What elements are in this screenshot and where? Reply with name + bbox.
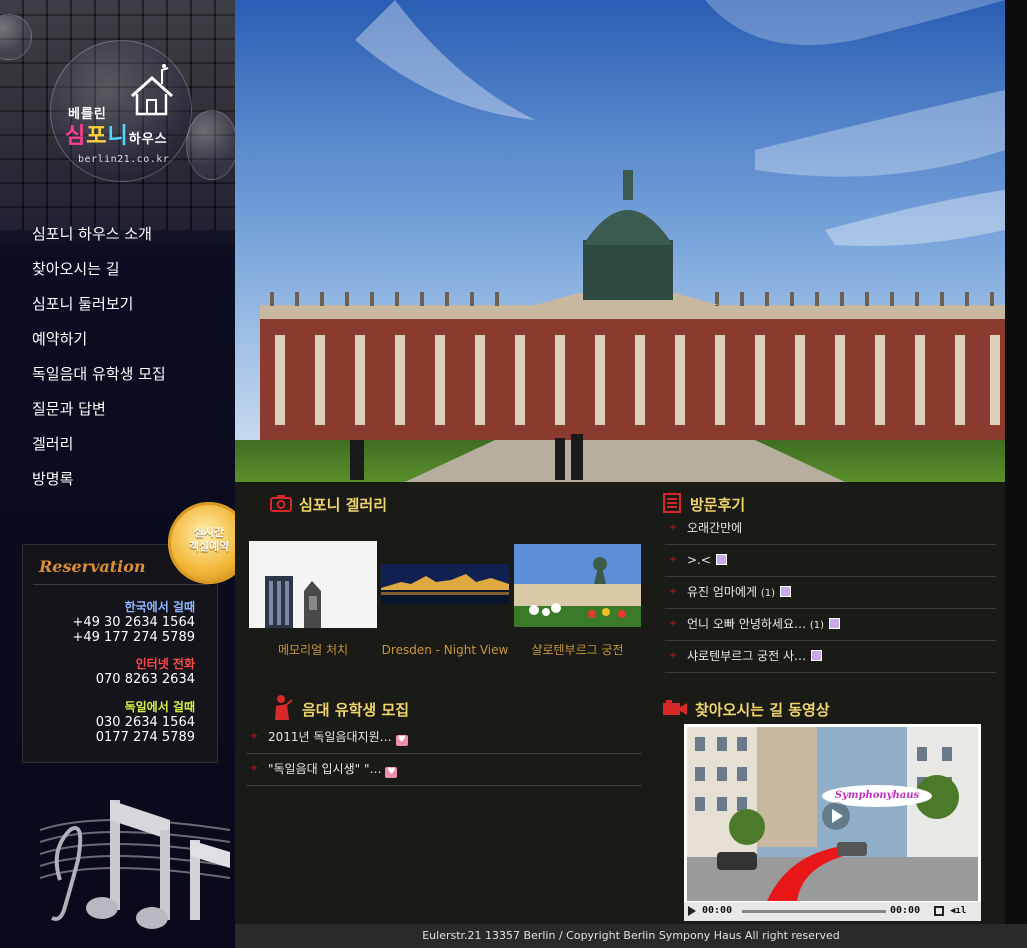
korea-phone-block: 한국에서 걸때 +49 30 2634 1564 +49 177 274 578… (72, 600, 195, 645)
divider (33, 584, 209, 585)
bullet-icon: + (250, 763, 259, 774)
video-player[interactable]: Symphonyhaus 00:00 00:00 ◀ıl (684, 724, 981, 921)
list-item[interactable]: + 샤로텐부르그 궁전 사… (665, 641, 996, 673)
nav-item-reservation[interactable]: 예약하기 (32, 329, 166, 364)
hero-image (235, 0, 1005, 482)
camera-icon (270, 495, 292, 512)
nav-item-guestbook[interactable]: 방명록 (32, 469, 166, 504)
video-frame[interactable]: Symphonyhaus (687, 727, 978, 901)
nav-item-recruit[interactable]: 독일음대 유학생 모집 (32, 364, 166, 399)
recruit-title[interactable]: 음대 유학생 모집 (302, 699, 409, 720)
footer-text: Eulerstr.21 13357 Berlin / Copyright Ber… (422, 929, 840, 942)
logo-char: 니 (107, 124, 129, 149)
list-item-text: 언니 오빠 안녕하세요… (687, 617, 806, 631)
phone-number: +49 177 274 5789 (72, 630, 195, 645)
document-icon (663, 493, 681, 513)
musician-icon (275, 695, 293, 720)
internet-phone-block: 인터넷 전화 070 8263 2634 (96, 657, 195, 687)
play-icon[interactable] (822, 802, 850, 830)
reviews-list: + 오래간만에 + >.< + 유진 엄마에게 (1) + 언니 오빠 안녕하세… (665, 513, 996, 673)
heart-icon: ♥ (395, 735, 408, 746)
logo-title[interactable]: 심포니하우스 (65, 118, 168, 150)
nav-item-tour[interactable]: 심포니 둘러보기 (32, 294, 166, 329)
list-item-text: 샤로텐부르그 궁전 사… (687, 649, 806, 663)
current-time: 00:00 (702, 905, 733, 916)
right-edge (1005, 0, 1027, 948)
comment-count: (1) (809, 620, 824, 631)
main-nav: 심포니 하우스 소개 찾아오시는 길 심포니 둘러보기 예약하기 독일음대 유학… (32, 224, 166, 504)
nav-item-about[interactable]: 심포니 하우스 소개 (32, 224, 166, 259)
list-item[interactable]: + >.< (665, 545, 996, 577)
list-item[interactable]: + 2011년 독일음대지원… ♥ (246, 722, 642, 754)
gallery-thumb[interactable] (249, 541, 377, 628)
lock-icon (780, 586, 792, 597)
recruit-list: + 2011년 독일음대지원… ♥ + "독일음대 입시생" "… ♥ (246, 722, 642, 786)
nav-item-gallery[interactable]: 겔러리 (32, 434, 166, 469)
phone-number: +49 30 2634 1564 (72, 615, 195, 630)
gallery-caption[interactable]: 샬로텐부르그 궁전 (514, 641, 641, 658)
logo-char: 하우스 (128, 132, 168, 147)
phone-number: 030 2634 1564 (95, 715, 195, 730)
volume-icon[interactable]: ◀ıl (950, 906, 976, 916)
list-item-text: 유진 엄마에게 (687, 585, 758, 599)
bullet-icon: + (669, 650, 678, 661)
bubble-decoration (186, 110, 235, 180)
bullet-icon: + (669, 554, 678, 565)
lock-icon (715, 554, 727, 565)
video-title[interactable]: 찾아오시는 길 동영상 (695, 699, 830, 720)
camera-video-icon (663, 700, 687, 715)
comment-count: (1) (760, 588, 776, 599)
gallery-caption[interactable]: Dresden - Night View (381, 643, 509, 657)
play-button[interactable] (688, 906, 696, 916)
reviews-title[interactable]: 방문후기 (690, 494, 745, 515)
logo-char: 포 (86, 124, 108, 149)
main-content: 심포니 겔러리 메모리얼 처치 Dresden - Night View 샬로텐… (235, 0, 1005, 948)
lock-icon (829, 618, 840, 629)
sidebar: 베를린 심포니하우스 berlin21.co.kr 심포니 하우스 소개 찾아오… (0, 0, 235, 948)
fullscreen-icon[interactable] (934, 906, 944, 916)
gallery-caption[interactable]: 메모리얼 처치 (249, 641, 377, 658)
video-controls: 00:00 00:00 ◀ıl (684, 902, 981, 921)
phone-number: 070 8263 2634 (95, 672, 195, 687)
bullet-icon: + (669, 586, 678, 597)
lock-icon (811, 650, 822, 661)
heart-icon: ♥ (385, 767, 398, 778)
list-item-text: 오래간만에 (687, 521, 743, 535)
internet-label: 인터넷 전화 (135, 657, 195, 671)
total-time: 00:00 (890, 905, 921, 916)
bullet-icon: + (669, 522, 678, 533)
list-item[interactable]: + 언니 오빠 안녕하세요… (1) (665, 609, 996, 641)
logo-char: 심 (65, 124, 87, 149)
reservation-title: Reservation (39, 557, 146, 576)
palace-photo (235, 0, 1005, 482)
phone-number: 0177 274 5789 (95, 730, 195, 745)
logo-url: berlin21.co.kr (78, 154, 170, 165)
footer: Eulerstr.21 13357 Berlin / Copyright Ber… (235, 924, 1027, 948)
list-item[interactable]: + 유진 엄마에게 (1) (665, 577, 996, 609)
bullet-icon: + (250, 731, 259, 742)
gallery-thumb[interactable] (381, 564, 509, 604)
list-item-text: >.< (687, 553, 711, 567)
list-item[interactable]: + "독일음대 입시생" "… ♥ (246, 754, 642, 786)
house-icon (130, 64, 174, 116)
bullet-icon: + (669, 618, 678, 629)
seek-bar[interactable] (742, 910, 886, 913)
korea-label: 한국에서 걸때 (124, 600, 195, 614)
list-item[interactable]: + 오래간만에 (665, 513, 996, 545)
germany-label: 독일에서 걸때 (124, 700, 195, 714)
nav-item-directions[interactable]: 찾아오시는 길 (32, 259, 166, 294)
music-note-icon (40, 800, 230, 929)
germany-phone-block: 독일에서 걸때 030 2634 1564 0177 274 5789 (96, 700, 195, 745)
gallery-thumb[interactable] (514, 544, 641, 627)
list-item-text: 2011년 독일음대지원… (268, 730, 392, 744)
nav-item-qna[interactable]: 질문과 답변 (32, 399, 166, 434)
gallery-title[interactable]: 심포니 겔러리 (299, 494, 387, 515)
list-item-text: "독일음대 입시생" "… (268, 762, 382, 776)
